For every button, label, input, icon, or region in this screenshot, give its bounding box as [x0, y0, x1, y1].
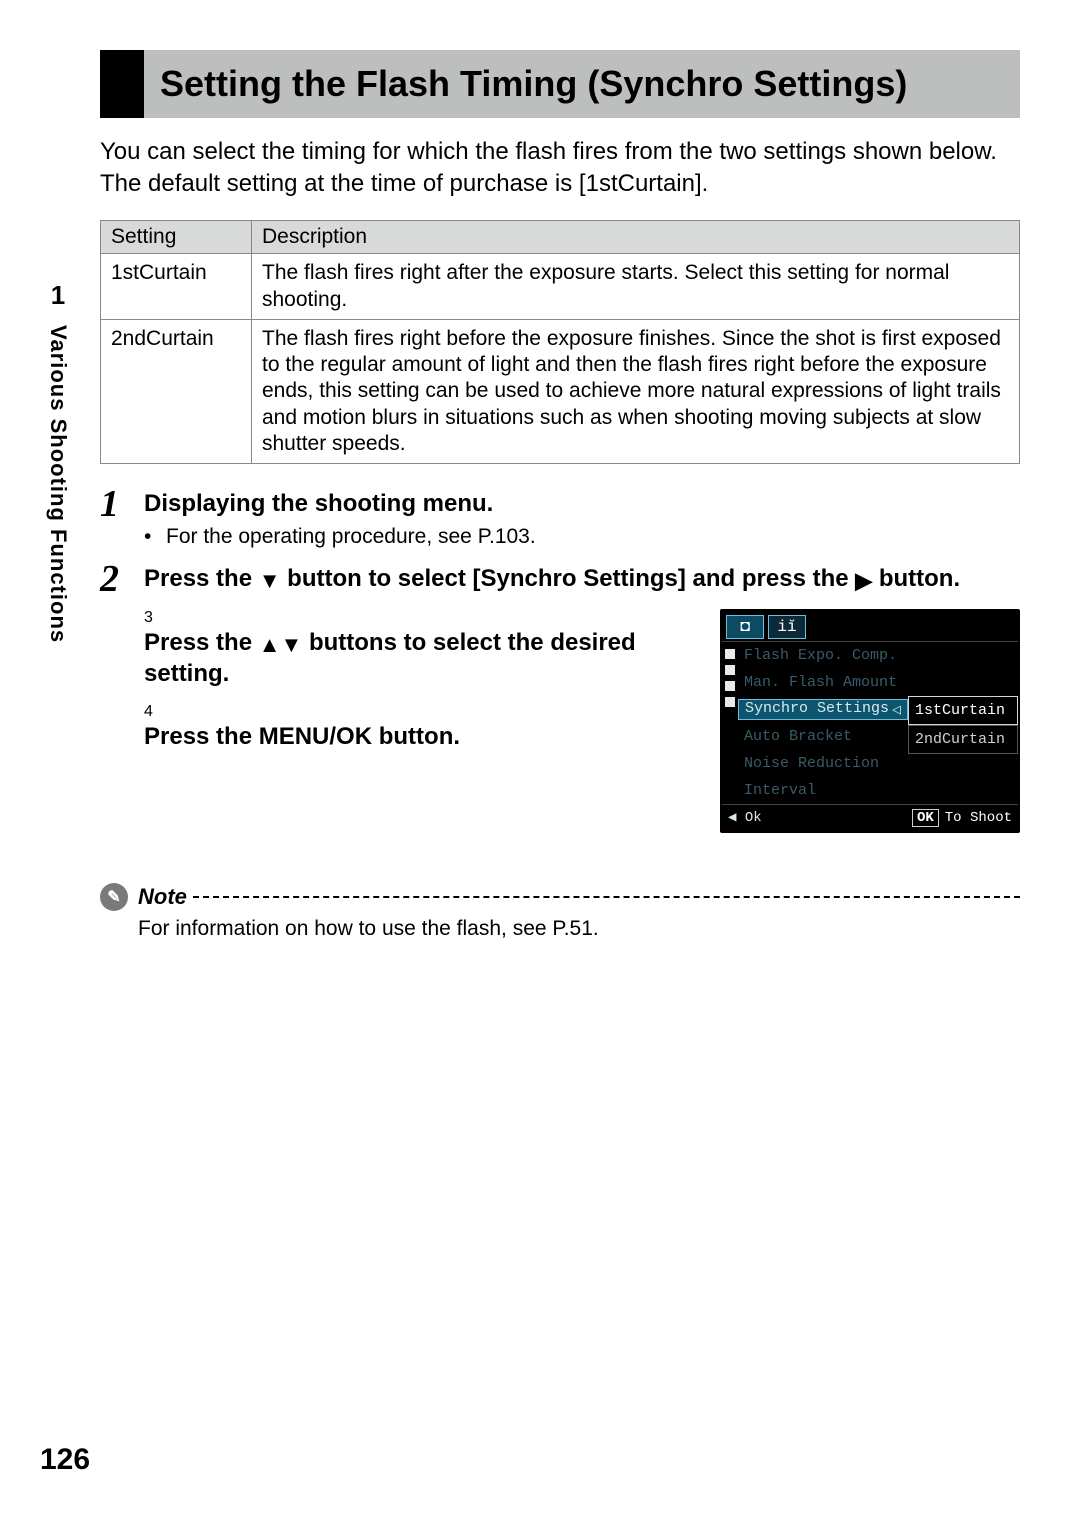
list-item: Man. Flash Amount [738, 674, 908, 691]
ok-button-icon: OK [912, 809, 939, 827]
cell-setting: 1stCurtain [101, 254, 252, 320]
step-subtext: •For the operating procedure, see P.103. [144, 525, 1020, 549]
option: 2ndCurtain [908, 725, 1018, 754]
table-row: 2ndCurtain The flash fires right before … [101, 319, 1020, 463]
list-item: Noise Reduction [738, 755, 908, 772]
step-number: 4 [144, 703, 153, 720]
page-title: Setting the Flash Timing (Synchro Settin… [160, 64, 1000, 104]
down-arrow-icon: ▼ [259, 570, 281, 592]
step-heading: Press the ▲▼ buttons to select the desir… [144, 627, 680, 689]
steps-list: 1 Displaying the shooting menu. •For the… [100, 488, 1020, 842]
note-pencil-icon: ✎ [100, 883, 128, 911]
step-1: 1 Displaying the shooting menu. •For the… [100, 488, 1020, 549]
option-selected: 1stCurtain [908, 696, 1018, 725]
settings-tab-icon: iĭ [768, 615, 806, 639]
footer-ok-hint: ◀ Ok [728, 809, 912, 826]
list-item: Flash Expo. Comp. [738, 647, 908, 664]
step-number: 1 [100, 482, 119, 526]
cell-description: The flash fires right before the exposur… [252, 319, 1020, 463]
step-heading: Press the ▼ button to select [Synchro Se… [144, 563, 1020, 594]
lcd-tabs: ◘ iĭ [722, 611, 1018, 642]
side-tab: 1 Various Shooting Functions [40, 280, 76, 643]
step-heading: Displaying the shooting menu. [144, 488, 1020, 519]
camera-lcd-screenshot: ◘ iĭ Flash Expo. Comp. [720, 609, 1020, 833]
cell-description: The flash fires right after the exposure… [252, 254, 1020, 320]
table-row: 1stCurtain The flash fires right after t… [101, 254, 1020, 320]
right-arrow-icon: ▶ [855, 570, 872, 592]
step-2: 2 Press the ▼ button to select [Synchro … [100, 563, 1020, 594]
intro-paragraph: You can select the timing for which the … [100, 136, 1020, 201]
col-header-setting: Setting [101, 221, 252, 254]
step-3-4-with-lcd: 3 Press the ▲▼ buttons to select the des… [100, 609, 1020, 843]
manual-page: 1 Various Shooting Functions Setting the… [0, 0, 1080, 1521]
lcd-options: 1stCurtain 2ndCurtain [908, 696, 1018, 804]
list-item: Auto Bracket [738, 728, 908, 745]
list-item-selected: Synchro Settings ◁ [738, 699, 908, 720]
page-number: 126 [40, 1443, 90, 1477]
note-body: For information on how to use the flash,… [138, 917, 1020, 941]
lcd-menu: Flash Expo. Comp. Man. Flash Amount Sync… [738, 642, 1018, 804]
camera-tab-icon: ◘ [726, 615, 764, 639]
footer-to-shoot: To Shoot [945, 810, 1012, 826]
bullet-icon: • [144, 525, 166, 549]
note-label: Note [138, 884, 187, 910]
lcd-footer: ◀ Ok OK To Shoot [722, 804, 1018, 831]
section-title-band: Setting the Flash Timing (Synchro Settin… [100, 50, 1020, 118]
up-down-arrow-icon: ▲▼ [259, 634, 303, 656]
chapter-number: 1 [51, 280, 65, 311]
chapter-title: Various Shooting Functions [45, 325, 71, 643]
title-accent-box [100, 50, 144, 118]
settings-table: Setting Description 1stCurtain The flash… [100, 220, 1020, 464]
list-item: Interval [738, 782, 908, 799]
note-header: ✎ Note [100, 883, 1020, 911]
left-indicator-icon: ◁ [892, 700, 901, 719]
step-number: 2 [100, 557, 119, 601]
step-number: 3 [144, 609, 153, 626]
cell-setting: 2ndCurtain [101, 319, 252, 463]
col-header-description: Description [252, 221, 1020, 254]
lcd-scroll-markers [722, 642, 738, 804]
step-heading: Press the MENU/OK button. [144, 721, 680, 752]
note-divider [193, 896, 1020, 898]
